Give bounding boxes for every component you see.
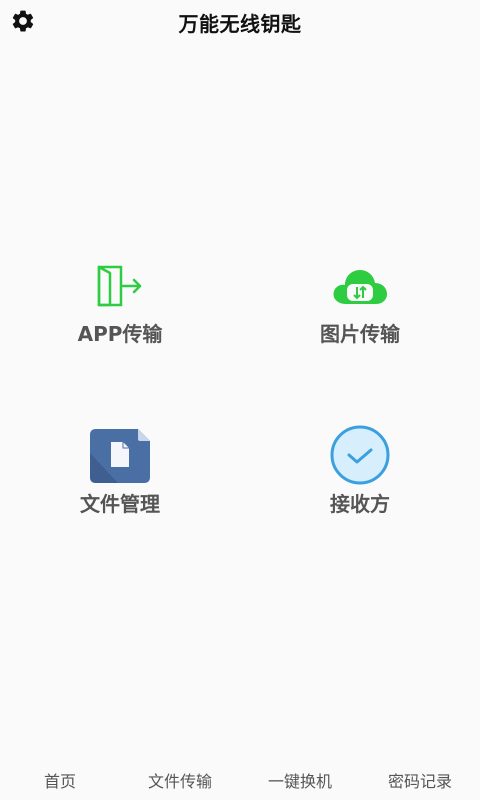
tile-receiver[interactable]: 接收方	[260, 424, 460, 524]
tile-file-management[interactable]: 文件管理	[20, 424, 220, 524]
tile-label: 文件管理	[80, 492, 160, 516]
app-screen: 万能无线钥匙 APP传输 图片传输 文件管理 接收方 首页 文件传输 一键换机 …	[0, 0, 480, 800]
checkmark-circle-icon	[325, 424, 395, 486]
tile-photo-transfer[interactable]: 图片传输	[260, 256, 460, 356]
tile-label: 接收方	[330, 492, 390, 516]
nav-item-home[interactable]: 首页	[0, 760, 120, 800]
document-icon	[85, 424, 155, 486]
exit-door-arrow-icon	[85, 256, 155, 316]
nav-item-phone-switch[interactable]: 一键换机	[240, 760, 360, 800]
header-bar: 万能无线钥匙	[0, 0, 480, 44]
tile-app-transfer[interactable]: APP传输	[20, 256, 220, 356]
bottom-nav: 首页 文件传输 一键换机 密码记录	[0, 760, 480, 800]
tile-label: 图片传输	[320, 322, 400, 346]
nav-item-file-transfer[interactable]: 文件传输	[120, 760, 240, 800]
page-title: 万能无线钥匙	[178, 12, 302, 36]
nav-item-password-records[interactable]: 密码记录	[360, 760, 480, 800]
cloud-transfer-icon	[325, 256, 395, 316]
tile-label: APP传输	[77, 322, 163, 346]
